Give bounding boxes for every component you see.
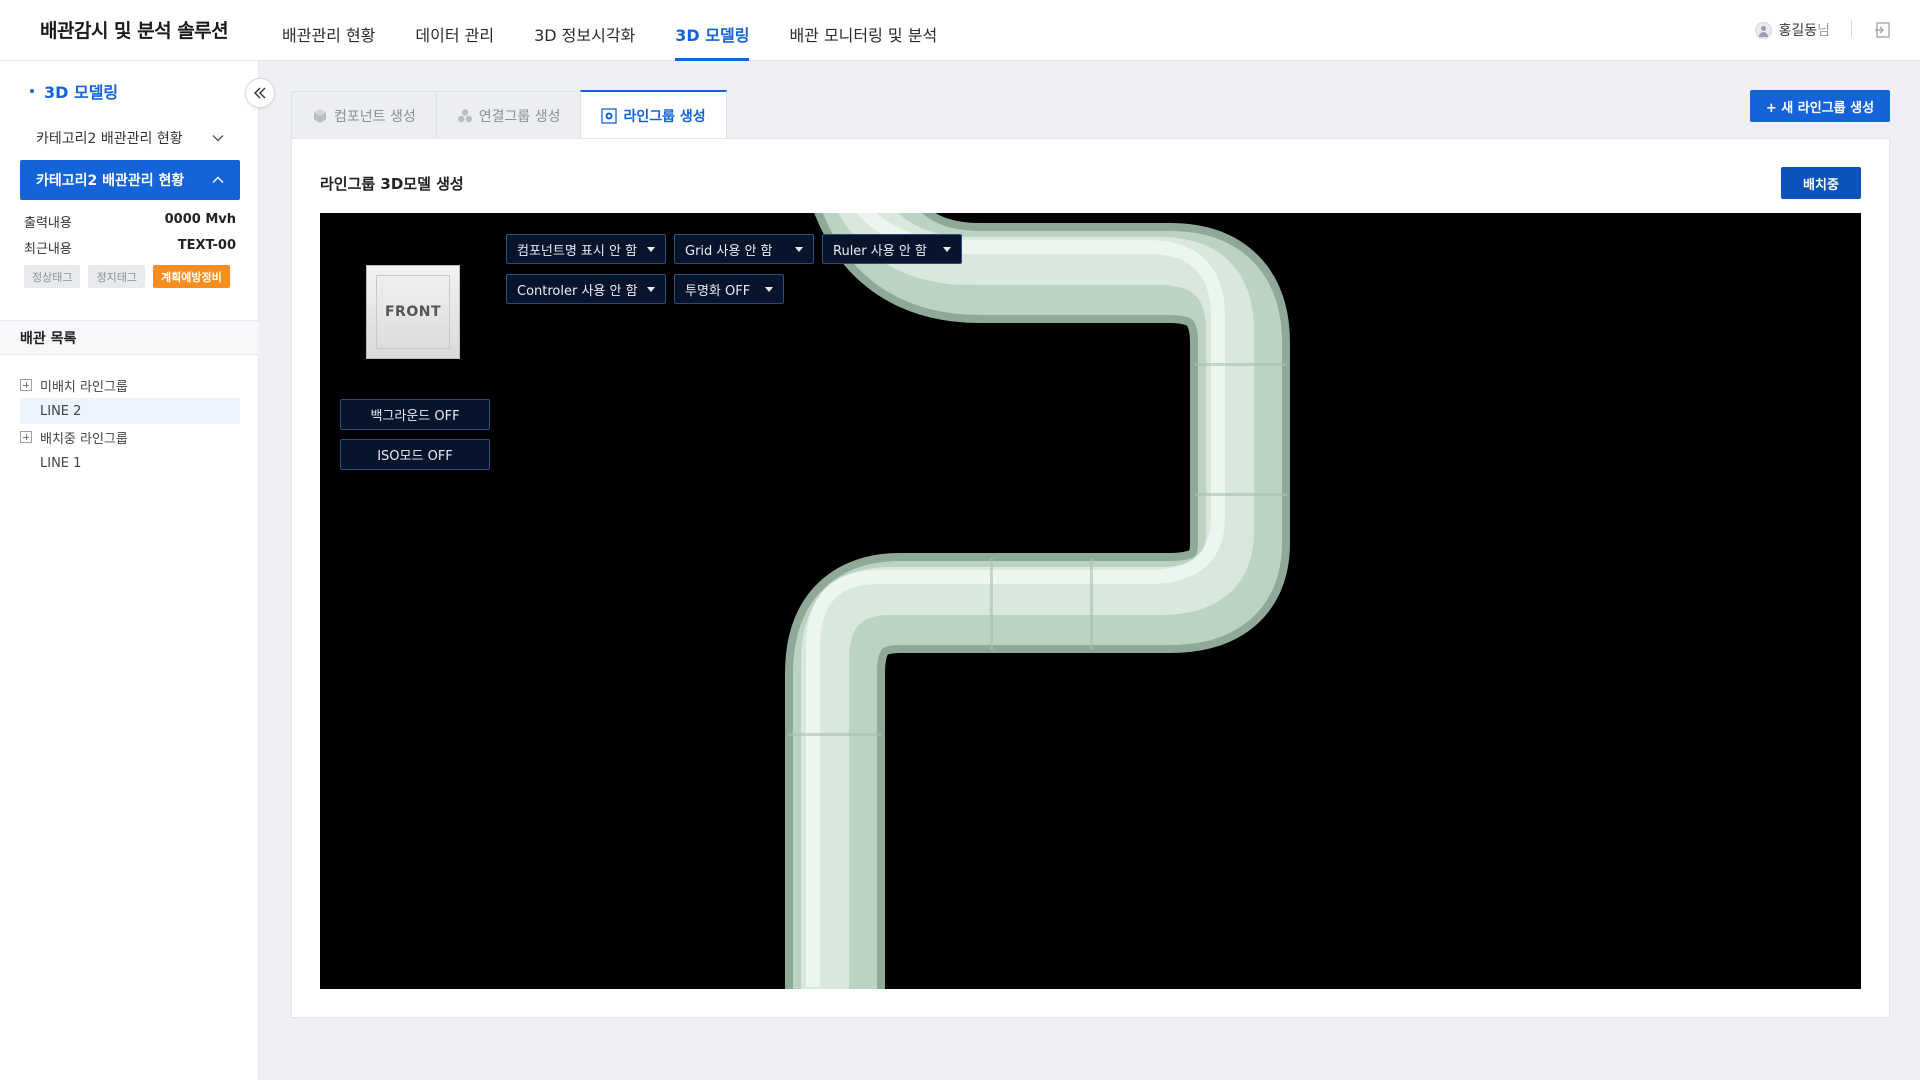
tree-item-label: LINE 2: [40, 403, 82, 419]
modeling-tabs: 컴포넌트 생성 연결그룹 생성 라인그룹 생성: [291, 90, 727, 139]
3d-viewport[interactable]: FRONT 컴포넌트명 표시 안 함 Grid 사용 안 함 Ruler 사용 …: [320, 213, 1861, 989]
status-tag-normal: 정상태그: [24, 265, 81, 288]
nav-item-3d-modeling[interactable]: 3D 모델링: [675, 0, 750, 61]
component-name-dropdown[interactable]: 컴포넌트명 표시 안 함: [506, 234, 666, 264]
dropdown-label: 컴포넌트명 표시 안 함: [517, 243, 638, 259]
category-label: 카테고리2 배관관리 현황: [36, 131, 183, 147]
tab-connection-group-create[interactable]: 연결그룹 생성: [435, 91, 582, 139]
tab-label: 컴포넌트 생성: [334, 108, 416, 125]
card-title: 라인그룹 3D모델 생성: [320, 175, 464, 193]
info-value: 0000 Mvh: [164, 212, 236, 227]
user-menu[interactable]: 홍길동 님: [1755, 20, 1830, 40]
header-divider: [1851, 20, 1852, 37]
expand-plus-icon[interactable]: [20, 431, 32, 443]
view-cube[interactable]: FRONT: [366, 265, 460, 359]
pipe-path: [785, 213, 1290, 989]
double-chevron-left-icon: [254, 87, 266, 99]
target-icon: [601, 107, 618, 124]
status-tags: 정상태그 정지태그 계획예방정비: [24, 265, 230, 288]
tree-group-label: 배치중 라인그룹: [40, 431, 128, 447]
info-key: 출력내용: [24, 216, 72, 231]
placing-button[interactable]: 배치중: [1781, 167, 1861, 199]
logout-icon[interactable]: [1874, 21, 1892, 39]
tab-label: 라인그룹 생성: [623, 108, 706, 125]
controller-dropdown[interactable]: Controler 사용 안 함: [506, 274, 666, 304]
cube-icon: [314, 108, 326, 123]
tree-item-line-2[interactable]: LINE 2: [20, 398, 240, 424]
category-label-active: 카테고리2 배관관리 현황: [36, 173, 185, 189]
top-header: 배관감시 및 분석 솔루션 배관관리 현황 데이터 관리 3D 정보시각화 3D…: [0, 0, 1920, 61]
pipe-3d-model[interactable]: [320, 213, 1861, 989]
cluster-icon: [457, 108, 472, 122]
user-suffix: 님: [1817, 23, 1830, 39]
dropdown-label: Grid 사용 안 함: [685, 243, 773, 259]
dropdown-label: Controler 사용 안 함: [517, 283, 638, 299]
tree-group-placing[interactable]: 배치중 라인그룹: [20, 424, 240, 450]
tree-group-label: 미배치 라인그룹: [40, 379, 128, 395]
caret-down-icon: [795, 246, 803, 252]
tab-label: 연결그룹 생성: [478, 108, 561, 125]
info-value: TEXT-00: [177, 238, 236, 253]
status-tag-stopped: 정지태그: [88, 265, 145, 288]
user-avatar-icon: [1755, 21, 1773, 39]
caret-down-icon: [943, 246, 951, 252]
ruler-dropdown[interactable]: Ruler 사용 안 함: [822, 234, 962, 264]
nav-item-data-management[interactable]: 데이터 관리: [415, 0, 494, 61]
category-dropdown[interactable]: 카테고리2 배관관리 현황: [20, 118, 240, 158]
sidebar-collapse-button[interactable]: [245, 78, 275, 108]
nav-item-piping-status[interactable]: 배관관리 현황: [282, 0, 375, 61]
line-group-card: 라인그룹 3D모델 생성 배치중 FRONT 컴포넌트명 표시 안 함 Grid…: [291, 138, 1890, 1018]
status-tag-planned-maintenance: 계획예방정비: [152, 265, 230, 288]
dropdown-label: 투명화 OFF: [685, 283, 751, 299]
background-toggle-button[interactable]: 백그라운드 OFF: [340, 399, 490, 430]
nav-item-3d-visualization[interactable]: 3D 정보시각화: [534, 0, 635, 61]
chevron-up-icon: [212, 176, 224, 183]
view-cube-face: FRONT: [376, 275, 450, 349]
category-dropdown-active[interactable]: 카테고리2 배관관리 현황: [20, 160, 240, 200]
tab-component-create[interactable]: 컴포넌트 생성: [291, 91, 437, 139]
tree-group-unplaced[interactable]: 미배치 라인그룹: [20, 372, 240, 398]
transparency-dropdown[interactable]: 투명화 OFF: [674, 274, 784, 304]
info-row-output: 출력내용 0000 Mvh: [24, 212, 236, 231]
tab-line-group-create[interactable]: 라인그룹 생성: [580, 90, 727, 139]
tree-item-label: LINE 1: [40, 455, 82, 471]
nav-item-monitoring-analysis[interactable]: 배관 모니터링 및 분석: [789, 0, 937, 61]
info-row-recent: 최근내용 TEXT-00: [24, 238, 236, 257]
info-key: 최근내용: [24, 242, 72, 257]
iso-mode-toggle-button[interactable]: ISO모드 OFF: [340, 439, 490, 470]
sidebar-section-title: 3D 모델링: [30, 79, 118, 103]
tree-item-line-1[interactable]: LINE 1: [20, 450, 240, 476]
sidebar: 3D 모델링 카테고리2 배관관리 현황 카테고리2 배관관리 현황 출력내용 …: [0, 61, 259, 1080]
chevron-down-icon: [212, 135, 224, 142]
dropdown-label: Ruler 사용 안 함: [833, 243, 927, 259]
main-nav: 배관관리 현황 데이터 관리 3D 정보시각화 3D 모델링 배관 모니터링 및…: [282, 0, 977, 61]
caret-down-icon: [647, 246, 655, 252]
caret-down-icon: [647, 286, 655, 292]
caret-down-icon: [765, 286, 773, 292]
pipe-list-title: 배관 목록: [0, 320, 259, 355]
user-name: 홍길동: [1778, 23, 1818, 39]
grid-dropdown[interactable]: Grid 사용 안 함: [674, 234, 814, 264]
app-title: 배관감시 및 분석 솔루션: [40, 20, 229, 42]
expand-plus-icon[interactable]: [20, 379, 32, 391]
new-line-group-button[interactable]: + 새 라인그룹 생성: [1750, 90, 1890, 122]
pipe-tree: 미배치 라인그룹 LINE 2 배치중 라인그룹 LINE 1: [20, 372, 240, 476]
